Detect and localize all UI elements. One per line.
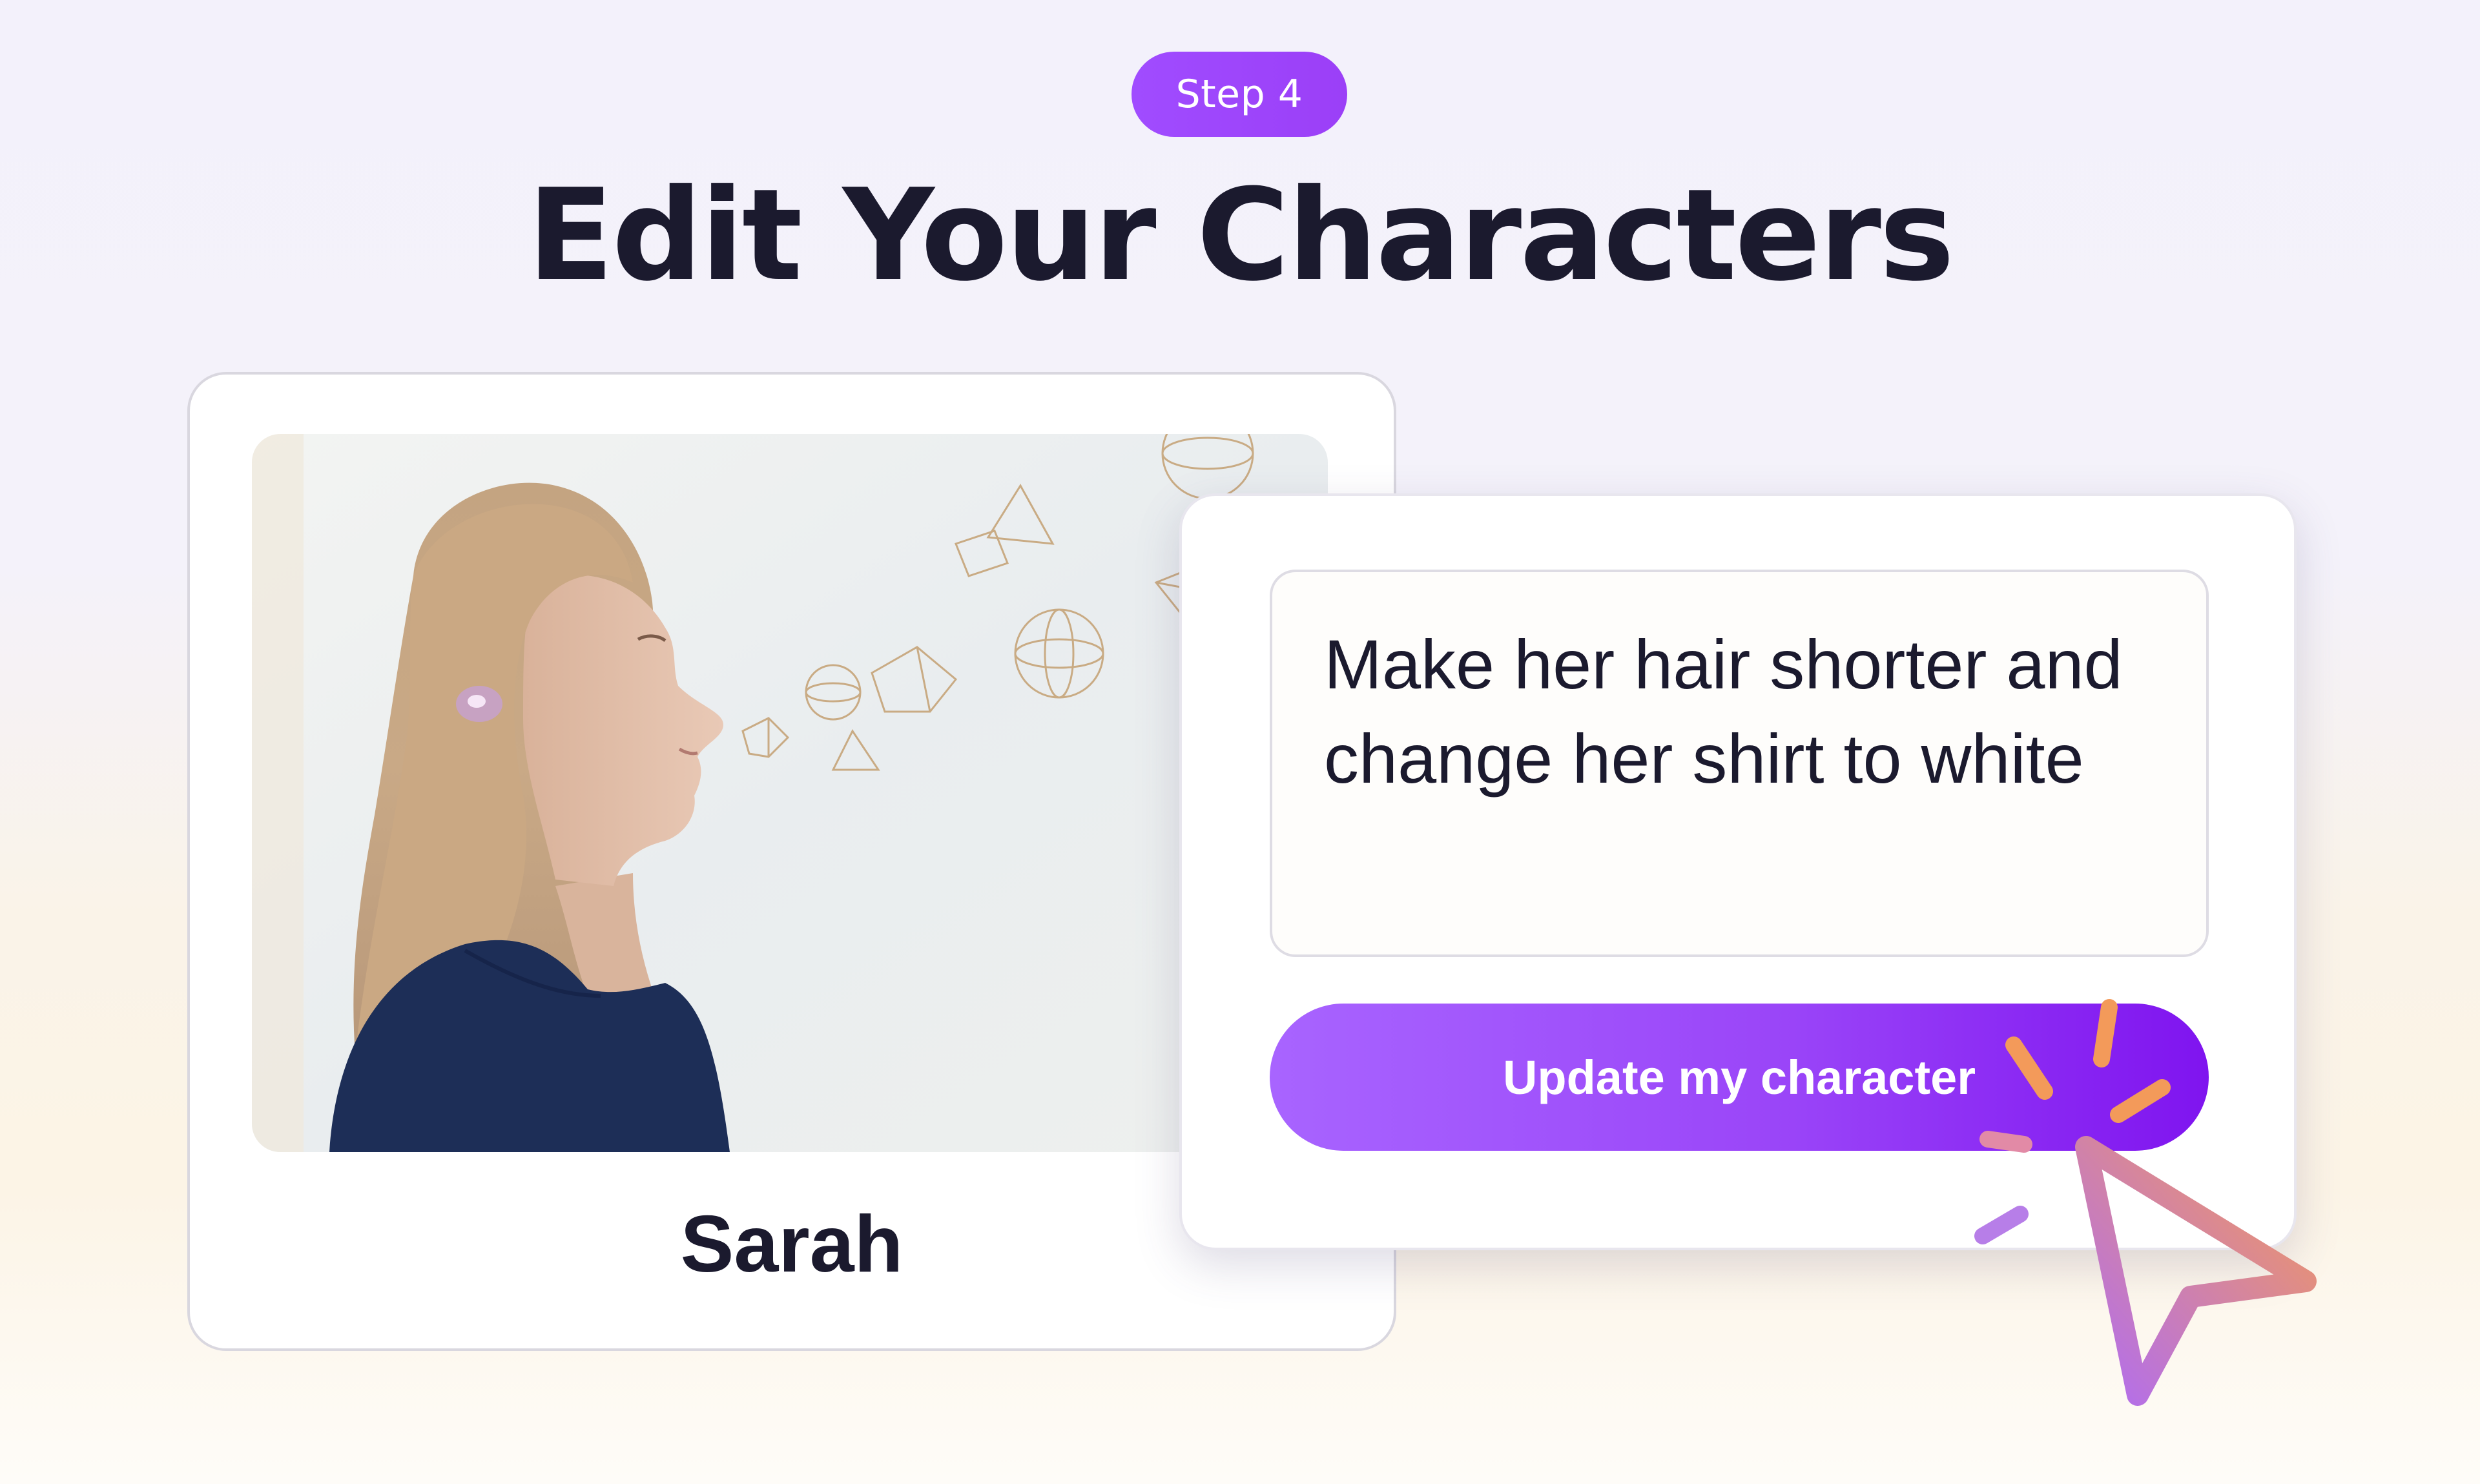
edit-panel: Make her hair shorter and change her shi… [1179,493,2297,1250]
step-badge: Step 4 [1132,52,1347,137]
update-character-button-label: Update my character [1502,1050,1976,1104]
character-photo [252,434,1328,1152]
edit-prompt-input[interactable]: Make her hair shorter and change her shi… [1270,570,2209,957]
update-character-button[interactable]: Update my character [1270,1004,2209,1151]
page-title: Edit Your Characters [527,162,1954,309]
